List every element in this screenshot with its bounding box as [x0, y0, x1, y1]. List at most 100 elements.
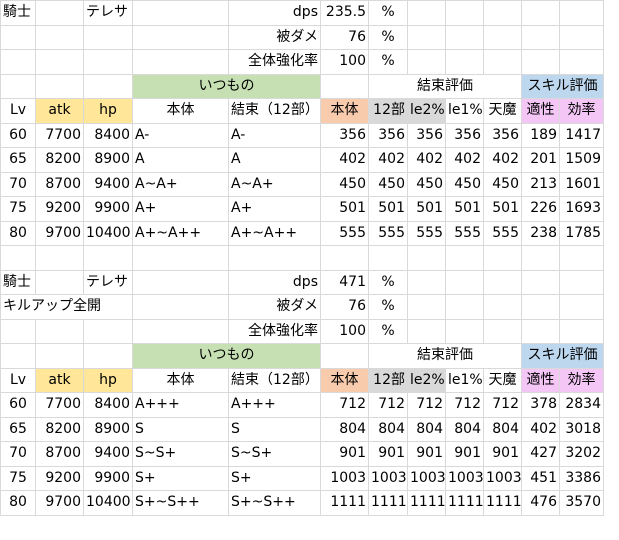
data-cell[interactable]: 450 — [407, 171, 446, 197]
empty-cell[interactable] — [559, 24, 604, 50]
data-cell[interactable]: A~A+ — [228, 171, 321, 197]
data-cell[interactable]: 356 — [368, 122, 408, 148]
data-cell[interactable]: S~S+ — [228, 441, 321, 467]
data-cell[interactable]: 501 — [368, 196, 408, 222]
data-cell[interactable]: 1003 — [407, 465, 446, 491]
empty-cell[interactable] — [445, 245, 484, 271]
empty-cell[interactable] — [132, 24, 229, 50]
data-cell[interactable]: 501 — [320, 196, 369, 222]
param-unit[interactable]: % — [368, 24, 408, 50]
data-cell[interactable]: 804 — [407, 416, 446, 442]
param-unit[interactable]: % — [368, 0, 408, 26]
empty-cell[interactable] — [0, 73, 36, 99]
empty-cell[interactable] — [483, 49, 522, 75]
data-cell[interactable]: 9400 — [83, 171, 133, 197]
data-cell[interactable]: 1785 — [559, 220, 604, 246]
data-cell[interactable]: A+~A++ — [132, 220, 229, 246]
group-header-skill[interactable]: スキル評価 — [521, 73, 604, 99]
param-value[interactable]: 471 — [320, 269, 369, 295]
param-value[interactable]: 100 — [320, 49, 369, 75]
data-cell[interactable]: 8900 — [83, 147, 133, 173]
empty-cell[interactable] — [407, 269, 446, 295]
empty-cell[interactable] — [445, 318, 484, 344]
empty-cell[interactable] — [83, 245, 133, 271]
empty-cell[interactable] — [559, 49, 604, 75]
data-cell[interactable]: 9400 — [83, 441, 133, 467]
data-cell[interactable]: 1693 — [559, 196, 604, 222]
column-header[interactable]: 適性 — [521, 367, 560, 393]
data-cell[interactable]: 8200 — [35, 416, 84, 442]
data-cell[interactable]: 80 — [0, 220, 36, 246]
group-header-itsumono[interactable]: いつもの — [132, 343, 321, 369]
data-cell[interactable]: 804 — [483, 416, 522, 442]
empty-cell[interactable] — [521, 49, 560, 75]
data-cell[interactable]: 1417 — [559, 122, 604, 148]
empty-cell[interactable] — [35, 24, 84, 50]
data-cell[interactable]: 450 — [368, 171, 408, 197]
data-cell[interactable]: 8200 — [35, 147, 84, 173]
data-cell[interactable]: 7700 — [35, 122, 84, 148]
param-label[interactable]: dps — [228, 269, 321, 295]
empty-cell[interactable] — [483, 24, 522, 50]
group-header-skill[interactable]: スキル評価 — [521, 343, 604, 369]
empty-cell[interactable] — [483, 269, 522, 295]
data-cell[interactable]: 402 — [320, 147, 369, 173]
column-header[interactable]: 本体 — [132, 98, 229, 124]
data-cell[interactable]: A~A+ — [132, 171, 229, 197]
data-cell[interactable]: 8400 — [83, 122, 133, 148]
data-cell[interactable]: 9200 — [35, 465, 84, 491]
data-cell[interactable]: 8700 — [35, 171, 84, 197]
empty-cell[interactable] — [83, 49, 133, 75]
empty-cell[interactable] — [559, 0, 604, 26]
param-label[interactable]: 被ダメ — [228, 24, 321, 50]
data-cell[interactable]: 60 — [0, 392, 36, 418]
empty-cell[interactable] — [83, 343, 133, 369]
empty-cell[interactable] — [35, 343, 84, 369]
data-cell[interactable]: 3202 — [559, 441, 604, 467]
empty-cell[interactable] — [35, 49, 84, 75]
data-cell[interactable]: 9700 — [35, 490, 84, 516]
data-cell[interactable]: 555 — [483, 220, 522, 246]
data-cell[interactable]: 9200 — [35, 196, 84, 222]
data-cell[interactable]: S~S+ — [132, 441, 229, 467]
column-header[interactable]: hp — [83, 98, 133, 124]
empty-cell[interactable] — [483, 0, 522, 26]
data-cell[interactable]: S — [132, 416, 229, 442]
param-unit[interactable]: % — [368, 294, 408, 320]
empty-cell[interactable] — [132, 0, 229, 26]
data-cell[interactable]: 3386 — [559, 465, 604, 491]
data-cell[interactable]: 10400 — [83, 490, 133, 516]
empty-cell[interactable] — [445, 294, 484, 320]
empty-cell[interactable] — [521, 245, 560, 271]
data-cell[interactable]: S+~S++ — [228, 490, 321, 516]
empty-cell[interactable] — [0, 245, 36, 271]
role-label[interactable]: 騎士 — [0, 269, 36, 295]
data-cell[interactable]: 402 — [407, 147, 446, 173]
data-cell[interactable]: 10400 — [83, 220, 133, 246]
empty-cell[interactable] — [132, 269, 229, 295]
column-header[interactable]: 天魔 — [483, 367, 522, 393]
data-cell[interactable]: 402 — [483, 147, 522, 173]
empty-cell[interactable] — [320, 73, 369, 99]
empty-cell[interactable] — [445, 0, 484, 26]
data-cell[interactable]: 1003 — [483, 465, 522, 491]
empty-cell[interactable] — [521, 0, 560, 26]
empty-cell[interactable] — [320, 245, 369, 271]
empty-cell[interactable] — [559, 294, 604, 320]
empty-cell[interactable] — [407, 0, 446, 26]
data-cell[interactable]: 9700 — [35, 220, 84, 246]
data-cell[interactable]: 501 — [445, 196, 484, 222]
data-cell[interactable]: 356 — [445, 122, 484, 148]
data-cell[interactable]: 555 — [407, 220, 446, 246]
data-cell[interactable]: S — [228, 416, 321, 442]
data-cell[interactable]: 65 — [0, 416, 36, 442]
data-cell[interactable]: 712 — [407, 392, 446, 418]
data-cell[interactable]: 555 — [445, 220, 484, 246]
data-cell[interactable]: 402 — [445, 147, 484, 173]
data-cell[interactable]: 901 — [368, 441, 408, 467]
data-cell[interactable]: 712 — [320, 392, 369, 418]
data-cell[interactable]: A+~A++ — [228, 220, 321, 246]
param-label[interactable]: 全体強化率 — [228, 49, 321, 75]
data-cell[interactable]: 450 — [320, 171, 369, 197]
empty-cell[interactable] — [521, 318, 560, 344]
